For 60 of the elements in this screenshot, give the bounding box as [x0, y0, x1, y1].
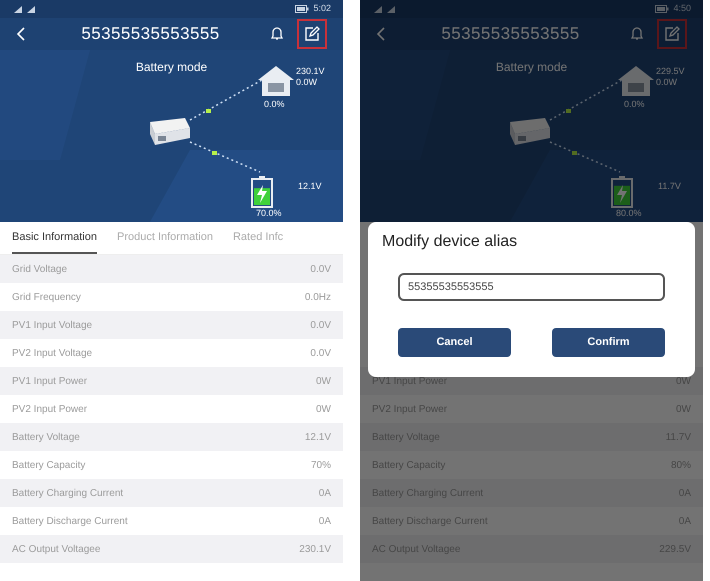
mode-label: Battery mode [496, 59, 568, 76]
row-label: Battery Voltage [12, 430, 80, 444]
row-value: 0.0Hz [304, 290, 331, 304]
dialog-title: Modify device alias [382, 232, 518, 252]
battery-voltage: 12.1V [298, 180, 322, 193]
device-title: 55355535553555 [440, 23, 581, 46]
device-title: 55355535553555 [80, 23, 221, 46]
row-label: PV1 Input Power [12, 374, 88, 388]
edit-icon [664, 26, 680, 42]
row-value: 12.1V [304, 430, 331, 444]
row-value: 230.1V [299, 542, 331, 556]
row-value: 0W [316, 374, 331, 388]
edit-button[interactable] [297, 19, 327, 49]
row-label: Grid Frequency [12, 290, 81, 304]
battery-status-icon [655, 5, 670, 13]
row-label: Battery Capacity [12, 458, 86, 472]
mode-label: Battery mode [136, 59, 208, 76]
row-value: 0A [318, 486, 331, 500]
bell-icon [269, 26, 285, 42]
notification-button[interactable] [269, 26, 285, 42]
row-label: Battery Discharge Current [12, 514, 128, 528]
battery-status-icon [295, 5, 310, 13]
edit-icon [304, 26, 320, 42]
load-voltage: 230.1V [296, 66, 325, 77]
battery-percent: 70.0% [256, 207, 282, 220]
row-value: 0.0V [310, 262, 331, 276]
bell-icon [629, 26, 645, 42]
load-power: 0.0W [296, 77, 318, 88]
back-icon [376, 27, 385, 41]
row-label: PV2 Input Power [12, 402, 88, 416]
row-label: AC Output Voltagee [12, 542, 100, 556]
load-voltage: 229.5V [656, 66, 685, 77]
battery-icon [251, 176, 273, 208]
row-value: 0.0V [310, 346, 331, 360]
load-percent: 0.0% [264, 98, 285, 111]
battery-percent: 80.0% [616, 207, 642, 220]
row-value: 0.0V [310, 318, 331, 332]
dialog-button[interactable]: Confirm [552, 328, 665, 357]
battery-voltage: 11.7V [658, 180, 681, 193]
row-label: Grid Voltage [12, 262, 68, 276]
house-icon [618, 66, 654, 96]
row-label: Battery Charging Current [12, 486, 124, 500]
row-value: 70% [310, 458, 331, 472]
dialog-button[interactable]: Cancel [398, 328, 511, 357]
row-value: 0A [318, 514, 331, 528]
inverter-icon [510, 118, 550, 145]
status-time: 4:50 [673, 2, 691, 16]
house-icon [258, 66, 294, 96]
dotted-line [550, 141, 620, 173]
dotted-line [190, 141, 260, 173]
load-power: 0.0W [656, 77, 678, 88]
inverter-icon [150, 118, 190, 145]
row-label: PV2 Input Voltage [12, 346, 92, 360]
row-value: 0W [316, 402, 331, 416]
status-time: 5:02 [313, 2, 331, 16]
back-icon [16, 27, 25, 41]
load-percent: 0.0% [624, 98, 645, 111]
battery-icon [611, 176, 633, 208]
alias-input[interactable]: 55355535553555 [398, 273, 665, 301]
row-label: PV1 Input Voltage [12, 318, 92, 332]
